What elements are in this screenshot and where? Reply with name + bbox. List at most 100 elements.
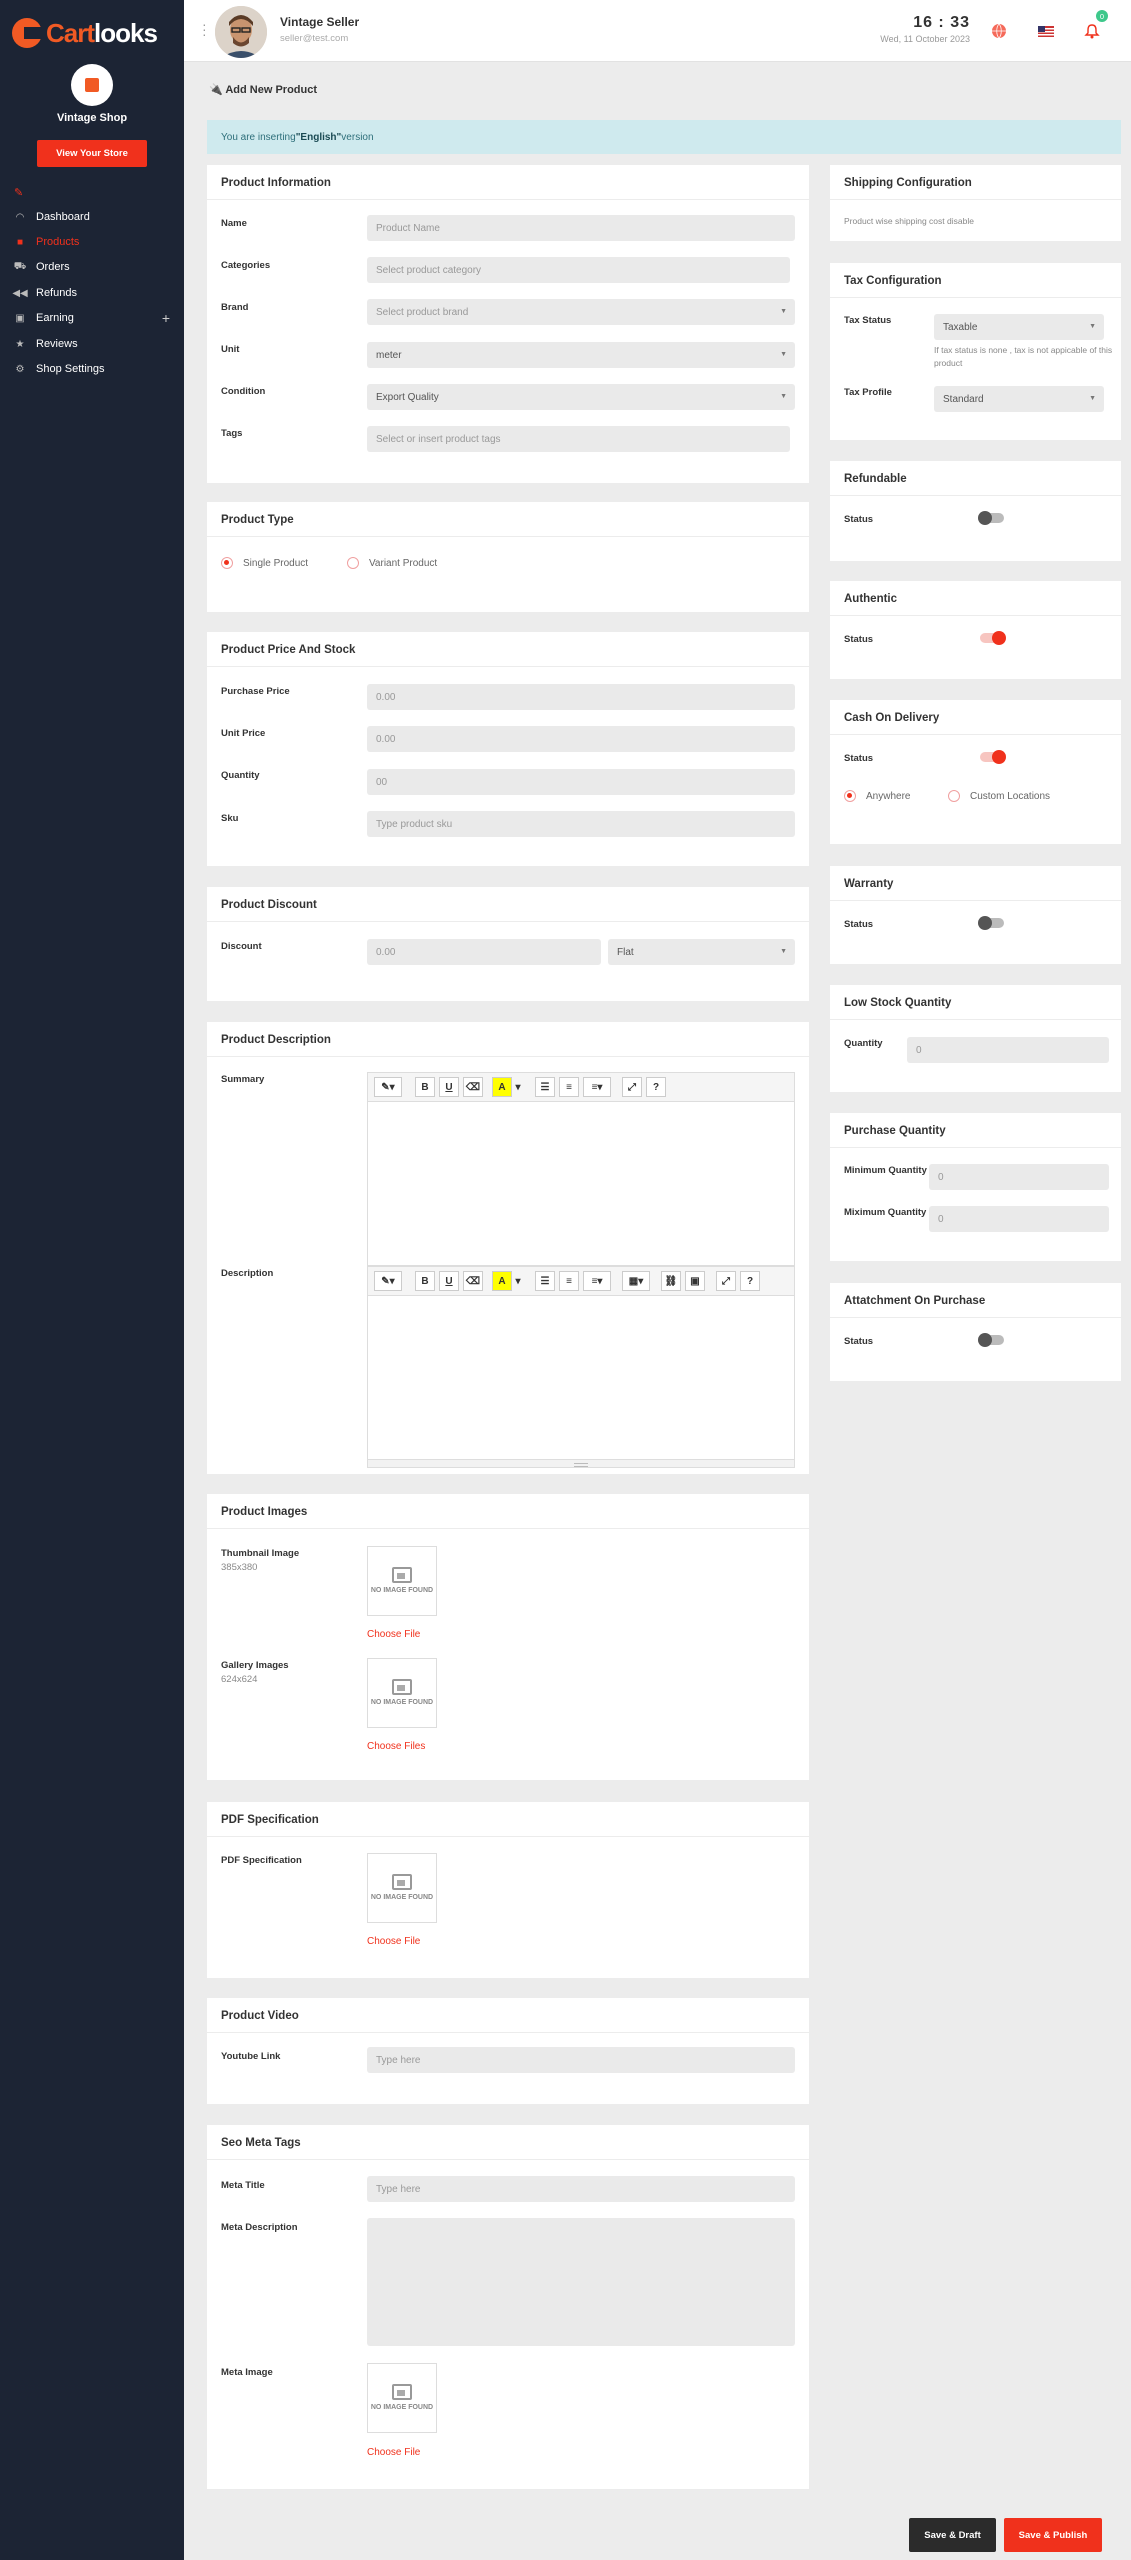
- color-dropdown-icon[interactable]: ▾: [513, 1271, 523, 1291]
- wallet-icon: ▣: [15, 312, 25, 324]
- brand-select[interactable]: Select product brand ▼: [367, 299, 795, 325]
- color-dropdown-icon[interactable]: ▾: [513, 1077, 523, 1097]
- underline-icon[interactable]: U: [439, 1077, 459, 1097]
- category-select[interactable]: Select product category: [367, 257, 790, 283]
- card-title: Authentic: [844, 593, 898, 605]
- user-avatar[interactable]: [215, 6, 267, 58]
- table-icon[interactable]: ▦▾: [622, 1271, 650, 1291]
- single-product-radio[interactable]: Single Product: [221, 557, 308, 569]
- bold-icon[interactable]: B: [415, 1271, 435, 1291]
- quantity-input[interactable]: 00: [367, 769, 795, 795]
- discount-label: Discount: [221, 941, 262, 952]
- pin-icon[interactable]: ✎: [14, 186, 24, 199]
- summary-editor[interactable]: ✎▾ B U ⌫ A ▾ ☰ ≡ ≡▾ ⤢ ?: [367, 1072, 795, 1274]
- warranty-toggle[interactable]: [978, 916, 1004, 930]
- notice-suffix: version: [341, 131, 374, 143]
- image-icon[interactable]: ▣: [685, 1271, 705, 1291]
- low-stock-input[interactable]: 0: [907, 1037, 1109, 1063]
- condition-select[interactable]: Export Quality ▼: [367, 384, 795, 410]
- radio-label: Custom Locations: [970, 790, 1051, 802]
- choose-thumbnail-link[interactable]: Choose File: [367, 1629, 420, 1640]
- align-icon[interactable]: ≡▾: [583, 1271, 611, 1291]
- cod-toggle[interactable]: [980, 750, 1006, 764]
- cartlooks-logo[interactable]: Cartlooks: [12, 16, 158, 50]
- nav-earning[interactable]: ▣ Earning +: [0, 307, 184, 329]
- menu-toggle-icon[interactable]: · · ·: [202, 17, 207, 41]
- authentic-toggle[interactable]: [980, 631, 1006, 645]
- card-title: Product Information: [221, 177, 331, 189]
- meta-image-label: Meta Image: [221, 2367, 273, 2378]
- underline-icon[interactable]: U: [439, 1271, 459, 1291]
- product-type-card: Product Type Single Product Variant Prod…: [207, 502, 809, 612]
- condition-select-value: Export Quality: [376, 391, 439, 403]
- help-icon[interactable]: ?: [740, 1271, 760, 1291]
- purchase-quantity-card: Purchase Quantity Minimum Quantity 0 Mix…: [830, 1113, 1121, 1261]
- text-color-icon[interactable]: A: [492, 1077, 512, 1097]
- nav-label: Reviews: [36, 338, 78, 350]
- choose-meta-image-link[interactable]: Choose File: [367, 2447, 420, 2458]
- magic-style-icon[interactable]: ✎▾: [374, 1271, 402, 1291]
- card-title: Product Price And Stock: [221, 644, 356, 656]
- resize-handle-icon[interactable]: [368, 1459, 794, 1467]
- save-draft-button[interactable]: Save & Draft: [909, 2518, 996, 2552]
- tax-status-select[interactable]: Taxable ▼: [934, 314, 1104, 340]
- magic-style-icon[interactable]: ✎▾: [374, 1077, 402, 1097]
- nav-reviews[interactable]: ★ Reviews: [0, 333, 184, 355]
- chevron-down-icon: ▼: [780, 948, 787, 955]
- text-color-icon[interactable]: A: [492, 1271, 512, 1291]
- custom-locations-radio[interactable]: Custom Locations: [948, 790, 1050, 802]
- fullscreen-icon[interactable]: ⤢: [716, 1271, 736, 1291]
- eraser-icon[interactable]: ⌫: [463, 1077, 483, 1097]
- align-icon[interactable]: ≡▾: [583, 1077, 611, 1097]
- attachment-toggle[interactable]: [978, 1333, 1004, 1347]
- min-quantity-input[interactable]: 0: [929, 1164, 1109, 1190]
- description-editor[interactable]: ✎▾ B U ⌫ A ▾ ☰ ≡ ≡▾ ▦▾ ⛓ ▣ ⤢ ?: [367, 1266, 795, 1468]
- meta-title-input[interactable]: Type here: [367, 2176, 795, 2202]
- product-name-input[interactable]: Product Name: [367, 215, 795, 241]
- help-icon[interactable]: ?: [646, 1077, 666, 1097]
- tags-input[interactable]: Select or insert product tags: [367, 426, 790, 452]
- ordered-list-icon[interactable]: ≡: [559, 1077, 579, 1097]
- eraser-icon[interactable]: ⌫: [463, 1271, 483, 1291]
- discount-input[interactable]: 0.00: [367, 939, 601, 965]
- radio-checked-icon: [221, 557, 233, 569]
- purchase-price-input[interactable]: 0.00: [367, 684, 795, 710]
- bullet-list-icon[interactable]: ☰: [535, 1271, 555, 1291]
- discount-type-select[interactable]: Flat ▼: [608, 939, 795, 965]
- bell-icon[interactable]: [1083, 22, 1101, 40]
- unit-price-input[interactable]: 0.00: [367, 726, 795, 752]
- ordered-list-icon[interactable]: ≡: [559, 1271, 579, 1291]
- clock-date: Wed, 11 October 2023: [880, 34, 970, 44]
- nav-orders[interactable]: ⛟ Orders: [0, 256, 184, 278]
- price-stock-card: Product Price And Stock Purchase Price 0…: [207, 632, 809, 866]
- variant-product-radio[interactable]: Variant Product: [347, 557, 437, 569]
- expand-icon[interactable]: +: [162, 310, 170, 326]
- nav-refunds[interactable]: ◀◀ Refunds: [0, 282, 184, 304]
- thumbnail-label: Thumbnail Image: [221, 1548, 300, 1559]
- choose-gallery-link[interactable]: Choose Files: [367, 1741, 425, 1752]
- nav-dashboard[interactable]: ◠ Dashboard: [0, 206, 184, 228]
- refundable-toggle[interactable]: [978, 511, 1004, 525]
- notice-prefix: You are inserting: [221, 131, 296, 143]
- bag-icon: ■: [16, 236, 24, 248]
- max-quantity-input[interactable]: 0: [929, 1206, 1109, 1232]
- youtube-link-input[interactable]: Type here: [367, 2047, 795, 2073]
- anywhere-radio[interactable]: Anywhere: [844, 790, 910, 802]
- meta-description-textarea[interactable]: [367, 2218, 795, 2346]
- nav-products[interactable]: ■ Products: [0, 231, 184, 253]
- view-store-button[interactable]: View Your Store: [37, 140, 147, 167]
- tax-profile-select[interactable]: Standard ▼: [934, 386, 1104, 412]
- choose-pdf-link[interactable]: Choose File: [367, 1936, 420, 1947]
- save-publish-button[interactable]: Save & Publish: [1004, 2518, 1102, 2552]
- bullet-list-icon[interactable]: ☰: [535, 1077, 555, 1097]
- bold-icon[interactable]: B: [415, 1077, 435, 1097]
- nav-shop-settings[interactable]: ⚙ Shop Settings: [0, 358, 184, 380]
- sku-input[interactable]: Type product sku: [367, 811, 795, 837]
- categories-label: Categories: [221, 260, 271, 271]
- unit-select[interactable]: meter ▼: [367, 342, 795, 368]
- shipping-config-card: Shipping Configuration Product wise ship…: [830, 165, 1121, 241]
- link-icon[interactable]: ⛓: [661, 1271, 681, 1291]
- fullscreen-icon[interactable]: ⤢: [622, 1077, 642, 1097]
- globe-icon[interactable]: [990, 22, 1008, 40]
- flag-us-icon[interactable]: [1037, 22, 1055, 40]
